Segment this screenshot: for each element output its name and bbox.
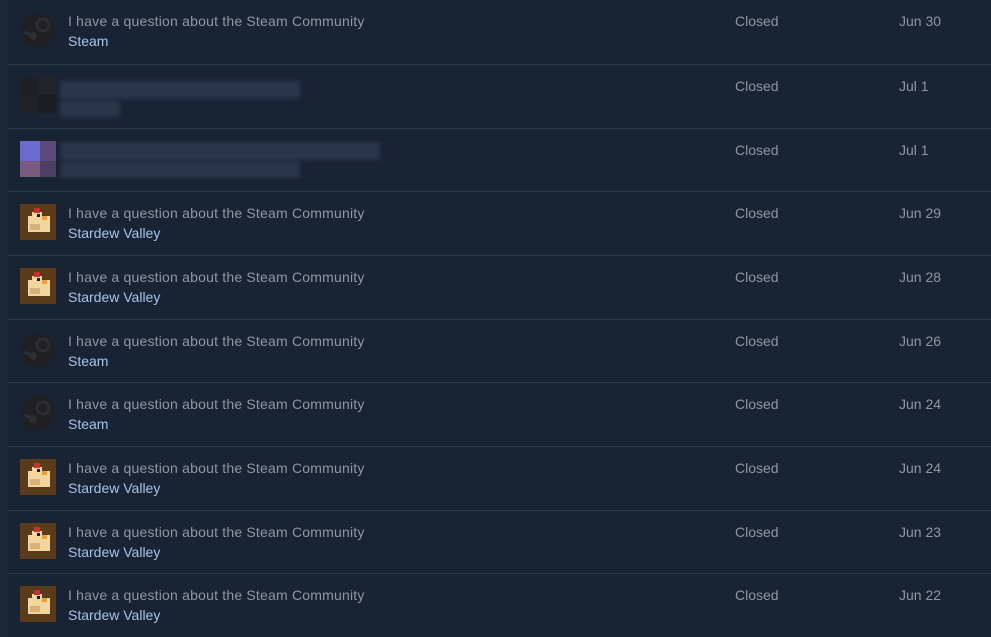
- stardew-chicken-icon: [20, 586, 56, 622]
- ticket-product[interactable]: Stardew Valley: [68, 225, 160, 241]
- ticket-title[interactable]: I have a question about the Steam Commun…: [68, 13, 365, 29]
- ticket-date: Jul 1: [899, 142, 929, 158]
- ticket-date: Jun 26: [899, 333, 942, 349]
- stardew-chicken-icon: [20, 204, 56, 240]
- ticket-date: Jun 30: [899, 13, 942, 29]
- stardew-chicken-icon: [20, 268, 56, 304]
- ticket-product[interactable]: Stardew Valley: [68, 480, 160, 496]
- redacted-product: [60, 101, 120, 117]
- ticket-product[interactable]: Steam: [68, 416, 108, 432]
- ticket-title[interactable]: I have a question about the Steam Commun…: [68, 333, 365, 349]
- ticket-date: Jun 22: [899, 587, 942, 603]
- ticket-product[interactable]: Stardew Valley: [68, 289, 160, 305]
- steam-logo-icon: [20, 12, 56, 48]
- ticket-date: Jun 23: [899, 524, 942, 540]
- ticket-status: Closed: [735, 205, 779, 221]
- ticket-date: Jun 29: [899, 205, 942, 221]
- redacted-avatar-icon: [20, 141, 56, 177]
- ticket-status: Closed: [735, 587, 779, 603]
- redacted-title: [60, 142, 380, 160]
- ticket-status: Closed: [735, 13, 779, 29]
- redacted-title: [60, 81, 300, 99]
- ticket-row[interactable]: I have a question about the Steam Commun…: [8, 382, 991, 445]
- steam-logo-icon: [20, 332, 56, 368]
- ticket-date: Jun 24: [899, 460, 942, 476]
- ticket-row[interactable]: Closed Jul 1: [8, 128, 991, 191]
- ticket-product[interactable]: Stardew Valley: [68, 607, 160, 623]
- ticket-product[interactable]: Steam: [68, 353, 108, 369]
- ticket-row[interactable]: I have a question about the Steam Commun…: [8, 0, 991, 63]
- ticket-row[interactable]: I have a question about the Steam Commun…: [8, 446, 991, 509]
- ticket-date: Jul 1: [899, 78, 929, 94]
- stardew-chicken-icon: [20, 459, 56, 495]
- ticket-title[interactable]: I have a question about the Steam Commun…: [68, 269, 365, 285]
- ticket-status: Closed: [735, 142, 779, 158]
- redacted-product: [60, 162, 300, 178]
- ticket-status: Closed: [735, 396, 779, 412]
- ticket-row[interactable]: I have a question about the Steam Commun…: [8, 319, 991, 382]
- ticket-status: Closed: [735, 524, 779, 540]
- ticket-date: Jun 24: [899, 396, 942, 412]
- ticket-title[interactable]: I have a question about the Steam Commun…: [68, 396, 365, 412]
- ticket-title[interactable]: I have a question about the Steam Commun…: [68, 524, 365, 540]
- ticket-status: Closed: [735, 78, 779, 94]
- support-ticket-list: I have a question about the Steam Commun…: [8, 0, 991, 637]
- stardew-chicken-icon: [20, 523, 56, 559]
- ticket-product[interactable]: Stardew Valley: [68, 544, 160, 560]
- ticket-row[interactable]: I have a question about the Steam Commun…: [8, 510, 991, 573]
- ticket-status: Closed: [735, 460, 779, 476]
- ticket-row[interactable]: I have a question about the Steam Commun…: [8, 191, 991, 254]
- ticket-row[interactable]: I have a question about the Steam Commun…: [8, 255, 991, 318]
- ticket-status: Closed: [735, 333, 779, 349]
- ticket-product[interactable]: Steam: [68, 33, 108, 49]
- ticket-title[interactable]: I have a question about the Steam Commun…: [68, 587, 365, 603]
- ticket-row[interactable]: I have a question about the Steam Commun…: [8, 573, 991, 636]
- steam-logo-icon: [20, 395, 56, 431]
- ticket-date: Jun 28: [899, 269, 942, 285]
- ticket-status: Closed: [735, 269, 779, 285]
- redacted-avatar-icon: [20, 77, 56, 113]
- ticket-title[interactable]: I have a question about the Steam Commun…: [68, 205, 365, 221]
- ticket-title[interactable]: I have a question about the Steam Commun…: [68, 460, 365, 476]
- ticket-row[interactable]: Closed Jul 1: [8, 64, 991, 127]
